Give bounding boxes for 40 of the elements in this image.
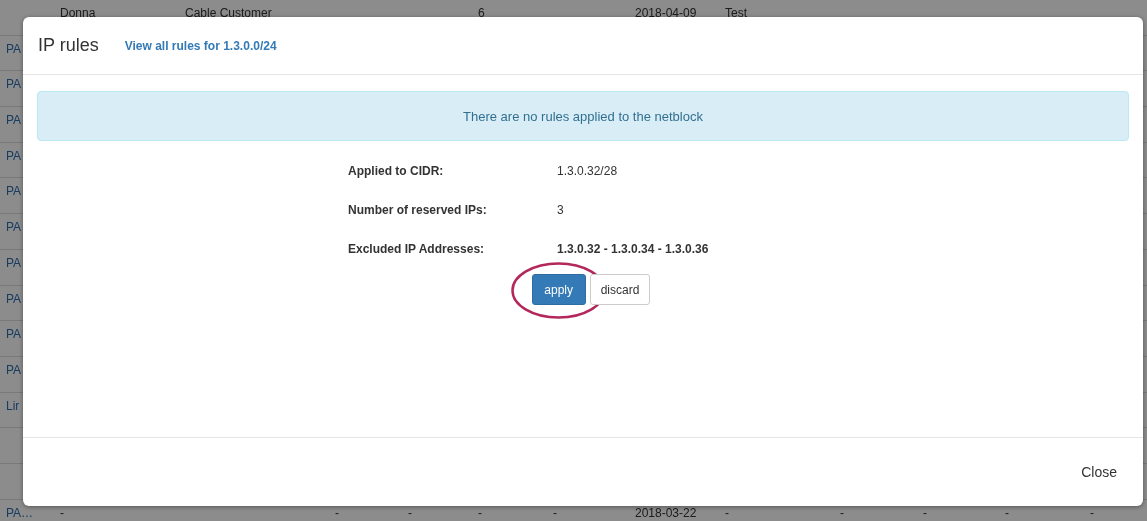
field-label: Applied to CIDR:: [348, 164, 445, 179]
table-cell: 2018-04-09: [635, 6, 697, 20]
table-cell: PA: [6, 148, 22, 163]
table-cell: 2018-03-22: [635, 505, 697, 520]
table-cell: PA: [6, 184, 22, 199]
close-button[interactable]: Close: [1081, 460, 1117, 484]
discard-button[interactable]: discard: [589, 274, 651, 305]
table-cell: Cable Customer: [185, 6, 272, 20]
table-cell: -: [840, 505, 844, 520]
view-rules-link[interactable]: View all rules for 1.3.0.0/24: [124, 38, 277, 53]
info-alert: There are no rules applied to the netblock: [37, 91, 1129, 141]
table-cell: Lir: [6, 398, 20, 413]
table-cell: -: [60, 505, 64, 520]
table-cell: -: [1090, 505, 1094, 520]
table-cell: -: [923, 505, 927, 520]
table-cell: PA: [6, 113, 22, 128]
table-cell: PA: [6, 220, 22, 235]
table-cell: Test: [725, 6, 747, 20]
table-cell: Donna: [60, 6, 96, 20]
table-cell: PA: [6, 327, 22, 342]
table-cell: -: [408, 505, 412, 520]
table-cell: PA: [6, 255, 22, 270]
table-cell: PA: [6, 41, 22, 56]
table-cell: -: [725, 505, 729, 520]
field-value: 1.3.0.32/28: [557, 164, 619, 179]
modal-title: IP rules: [38, 35, 99, 56]
table-cell: -: [553, 505, 557, 520]
table-cell: -: [1005, 505, 1009, 520]
table-cell: PA: [6, 77, 22, 92]
table-cell: PA: [6, 291, 22, 306]
table-cell: -: [335, 505, 339, 520]
table-cell: PA…: [6, 505, 34, 520]
field-value: 3: [557, 203, 565, 218]
field-label: Number of reserved IPs:: [348, 203, 488, 218]
table-cell: 6: [478, 6, 485, 20]
table-cell: -: [478, 505, 482, 520]
table-cell: PA: [6, 362, 22, 377]
field-value: 1.3.0.32 - 1.3.0.34 - 1.3.0.36: [557, 242, 710, 257]
apply-button[interactable]: apply: [531, 274, 586, 305]
field-label: Excluded IP Addresses:: [348, 242, 486, 257]
